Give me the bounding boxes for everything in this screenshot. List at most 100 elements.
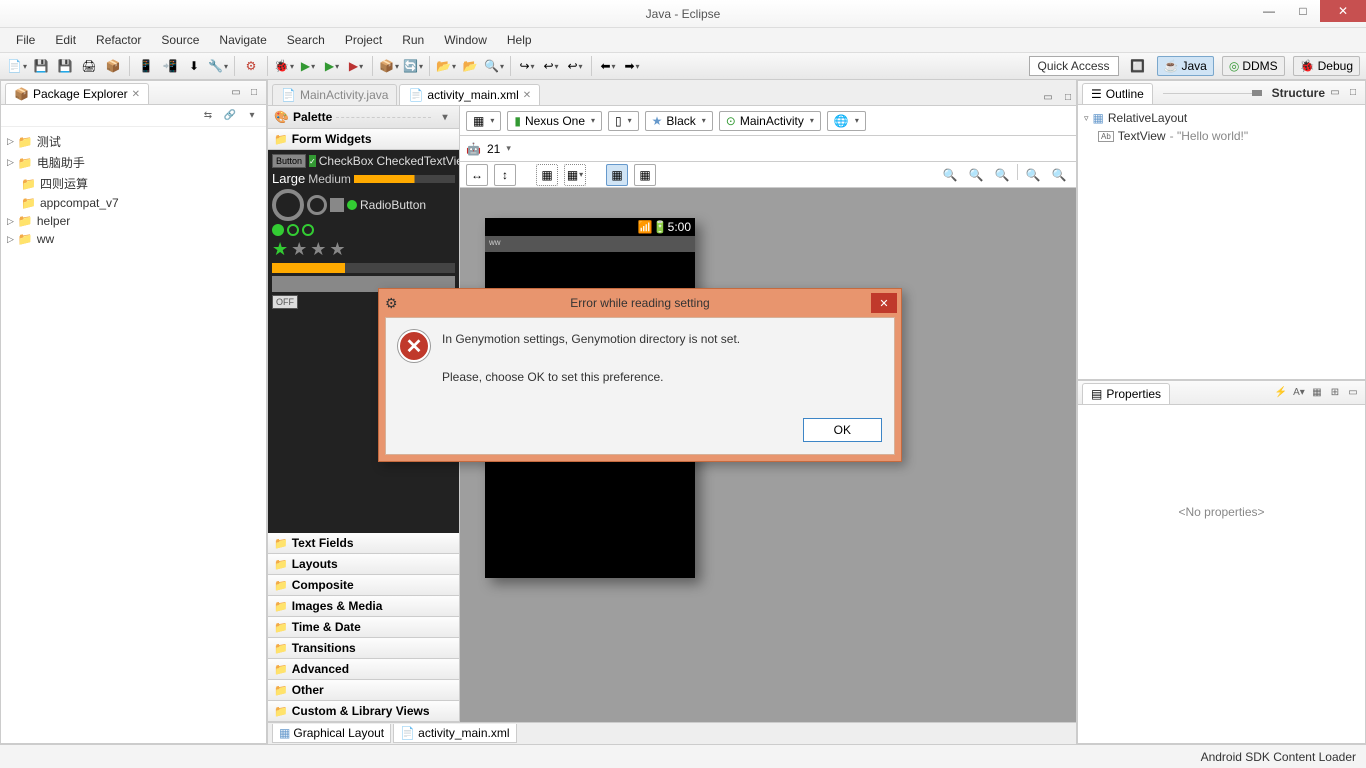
clip-toggle-button[interactable]: ▦ [634,164,656,186]
widget-dot[interactable] [272,224,284,236]
api-level[interactable]: 21 [487,142,500,156]
tree-item[interactable]: 📁appcompat_v7 [7,194,260,212]
outline-toggle-button[interactable]: ▦ [606,164,628,186]
menu-window[interactable]: Window [436,31,495,49]
maximize-button[interactable]: □ [1286,0,1320,22]
open-perspective-button[interactable]: 🔲 [1127,55,1149,77]
new-package-button[interactable]: 📦 [378,55,400,77]
toggle-height-button[interactable]: ↕ [494,164,516,186]
view-menu-button[interactable]: ▾ [244,107,260,123]
activity-combo[interactable]: ⊙MainActivity [719,111,821,131]
widget-button[interactable]: Button [272,154,306,168]
genymotion-button[interactable]: ⚙ [240,55,262,77]
palette-section[interactable]: Text Fields [268,533,459,554]
tab-xml-source[interactable]: 📄 activity_main.xml [393,724,516,743]
widget-dot[interactable] [302,224,314,236]
build-button[interactable]: 📦 [102,55,124,77]
collapse-all-button[interactable]: ⇆ [200,107,216,123]
ok-button[interactable]: OK [803,418,882,442]
tree-item[interactable]: ▷📁ww [7,230,260,248]
widget-radio-icon[interactable] [347,200,357,210]
palette-section[interactable]: Time & Date [268,617,459,638]
external-tools-button[interactable]: ▶ [345,55,367,77]
star-icon[interactable]: ★ [272,239,288,260]
minimize-view-button[interactable]: ▭ [228,85,244,101]
menu-file[interactable]: File [8,31,43,49]
widget-large-text[interactable]: Large [272,171,305,186]
perspective-java[interactable]: ☕Java [1157,56,1214,76]
marquee-button[interactable]: ▦ [564,164,586,186]
palette-section[interactable]: Custom & Library Views [268,701,459,722]
star-icon[interactable]: ★ [329,239,345,260]
minimize-button[interactable]: — [1252,0,1286,22]
minimize-editor-button[interactable]: ▭ [1040,89,1056,105]
menu-help[interactable]: Help [499,31,540,49]
zoom-fit-button[interactable]: 🔍 [991,164,1013,186]
palette-section[interactable]: Other [268,680,459,701]
star-icon[interactable]: ★ [310,239,326,260]
menu-project[interactable]: Project [337,31,390,49]
orientation-combo[interactable]: ▯ [608,111,639,131]
palette-menu-button[interactable]: ▾ [437,109,453,125]
print-button[interactable]: 🖨 [78,55,100,77]
widget-progressbar[interactable] [354,175,455,183]
menu-edit[interactable]: Edit [47,31,84,49]
dialog-titlebar[interactable]: ⚙ Error while reading setting ✕ [379,289,901,317]
chevron-down-icon[interactable]: ▾ [506,143,511,154]
zoom-in-button[interactable]: 🔍 [1048,164,1070,186]
outline-slider[interactable] [1252,90,1262,96]
new-type-button[interactable]: 🔄 [402,55,424,77]
toggle-width-button[interactable]: ↔ [466,164,488,186]
save-button[interactable]: 💾 [30,55,52,77]
widget-radiobutton[interactable]: RadioButton [360,198,426,212]
tree-item[interactable]: ▷📁测试 [7,131,260,152]
maximize-view-button[interactable]: □ [246,85,262,101]
run-button[interactable]: ▶ [297,55,319,77]
widget-progress-large[interactable] [272,189,304,221]
tab-activity-main[interactable]: 📄 activity_main.xml ✕ [399,84,540,105]
search-button[interactable]: 🔍 [483,55,505,77]
perspective-ddms[interactable]: ◎DDMS [1222,56,1285,76]
open-type-button[interactable]: 📂 [435,55,457,77]
tab-mainactivity[interactable]: 📄 MainActivity.java [272,84,397,105]
filter-button[interactable]: ⚡ [1273,385,1289,401]
dialog-close-button[interactable]: ✕ [871,293,897,313]
close-icon[interactable]: ✕ [523,90,531,101]
package-explorer-tab[interactable]: 📦 Package Explorer ✕ [5,83,149,104]
tree-item[interactable]: 📁四则运算 [7,173,260,194]
widget-checkbox-icon[interactable]: ✓ [309,155,316,167]
close-icon[interactable]: ✕ [132,89,140,100]
maximize-editor-button[interactable]: □ [1060,89,1076,105]
palette-section[interactable]: Composite [268,575,459,596]
outline-item-root[interactable]: ▿▦RelativeLayout [1084,109,1359,127]
next-annotation-button[interactable]: ↩ [540,55,562,77]
perspective-debug[interactable]: 🐞Debug [1293,56,1360,76]
selection-button[interactable]: ▦ [536,164,558,186]
new-button[interactable]: 📄 [6,55,28,77]
palette-section[interactable]: Images & Media [268,596,459,617]
widget-checkedtext[interactable]: CheckedTextView [376,154,459,168]
outline-item-child[interactable]: Ab TextView - "Hello world!" [1084,127,1359,145]
close-button[interactable]: ✕ [1320,0,1366,22]
menu-run[interactable]: Run [394,31,432,49]
theme-combo[interactable]: ★Black [645,111,713,131]
debug-button[interactable]: 🐞 [273,55,295,77]
widget-progress-small[interactable] [307,195,327,215]
annotation-nav-button[interactable]: ↪ [516,55,538,77]
avd-manager-button[interactable]: 📲 [159,55,181,77]
menu-source[interactable]: Source [153,31,207,49]
prev-annotation-button[interactable]: ↩ [564,55,586,77]
new-android-button[interactable]: 🔧 [207,55,229,77]
config-combo[interactable]: ▦ [466,111,501,131]
palette-section[interactable]: Layouts [268,554,459,575]
widget-toggle-off[interactable]: OFF [272,295,298,309]
categories-button[interactable]: ▦ [1309,385,1325,401]
quick-access-input[interactable]: Quick Access [1029,56,1119,76]
menu-search[interactable]: Search [279,31,333,49]
tree-item[interactable]: ▷📁电脑助手 [7,152,260,173]
device-combo[interactable]: ▮Nexus One [507,111,602,131]
star-icon[interactable]: ★ [291,239,307,260]
menu-button[interactable]: ▭ [1345,385,1361,401]
tree-item[interactable]: ▷📁helper [7,212,260,230]
zoom-reset-button[interactable]: 🔍 [965,164,987,186]
